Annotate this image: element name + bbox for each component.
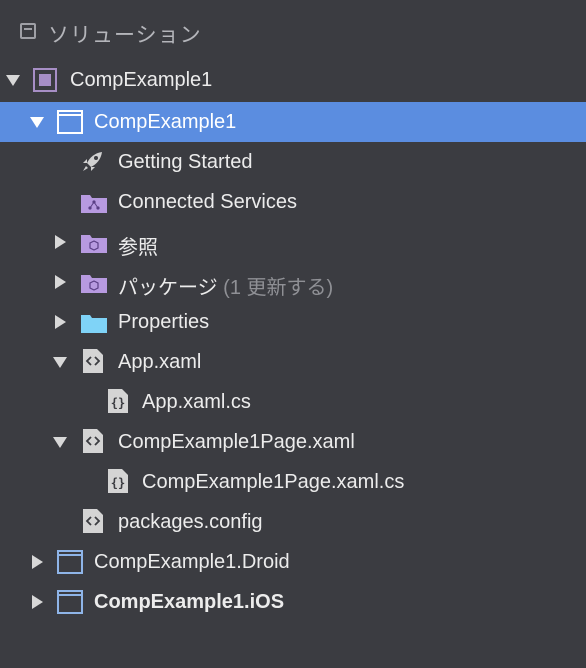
- collapse-arrow-icon[interactable]: [32, 555, 43, 569]
- tree-item-references[interactable]: 参照: [0, 222, 586, 262]
- collapse-arrow-icon[interactable]: [55, 315, 66, 329]
- collapse-arrow-icon[interactable]: [55, 275, 66, 289]
- svg-text:{}: {}: [111, 476, 125, 490]
- connected-services-folder-icon: [80, 192, 108, 214]
- tree-item-connected-services[interactable]: Connected Services: [0, 182, 586, 222]
- project-icon: [57, 550, 83, 574]
- svg-text:{}: {}: [111, 396, 125, 410]
- tree-item-packages[interactable]: パッケージ (1 更新する): [0, 262, 586, 302]
- expand-arrow-icon[interactable]: [53, 437, 67, 448]
- cs-file-icon: {}: [106, 469, 132, 494]
- tree-item-solution[interactable]: CompExample1: [0, 60, 586, 100]
- tree-item-label: 参照: [118, 237, 158, 259]
- tree-item-page-xaml[interactable]: CompExample1Page.xaml: [0, 422, 586, 462]
- tree-item-label: Properties: [118, 311, 210, 333]
- tree-item-label: App.xaml.cs: [142, 391, 251, 413]
- packages-folder-icon: [80, 272, 108, 294]
- rocket-icon: [80, 150, 106, 174]
- xaml-file-icon: [81, 349, 107, 374]
- tree-item-properties[interactable]: Properties: [0, 302, 586, 342]
- tree-item-label: Connected Services: [118, 191, 297, 213]
- tree-item-label: CompExample1.Droid: [94, 551, 290, 573]
- tree-item-label: パッケージ (1 更新する): [118, 271, 333, 300]
- project-icon: [57, 110, 83, 134]
- tree-item-label: CompExample1Page.xaml: [118, 431, 355, 453]
- tree-item-app-xaml-cs[interactable]: {} App.xaml.cs: [0, 382, 586, 422]
- expand-arrow-icon[interactable]: [30, 117, 44, 128]
- tree-item-label: App.xaml: [118, 351, 202, 373]
- tree-item-label: CompExample1: [70, 69, 213, 91]
- tree-item-packages-config[interactable]: packages.config: [0, 502, 586, 542]
- pad-title: ソリューション: [48, 24, 202, 47]
- xaml-file-icon: [81, 429, 107, 454]
- config-file-icon: [81, 509, 107, 534]
- references-folder-icon: [80, 232, 108, 254]
- project-icon: [57, 590, 83, 614]
- tree-item-label: packages.config: [118, 511, 263, 533]
- expand-arrow-icon[interactable]: [53, 357, 67, 368]
- tree-item-label: CompExample1Page.xaml.cs: [142, 471, 405, 493]
- tree-item-page-xaml-cs[interactable]: {} CompExample1Page.xaml.cs: [0, 462, 586, 502]
- folder-icon: [80, 312, 108, 334]
- tree-item-label: Getting Started: [118, 151, 253, 173]
- solution-pad-icon: [20, 23, 36, 39]
- solution-pad: ソリューション CompExample1 CompExample1 Gettin…: [0, 0, 586, 668]
- tree-item-project-ios[interactable]: CompExample1.iOS: [0, 582, 586, 622]
- tree-item-project-main[interactable]: CompExample1: [0, 102, 586, 142]
- expand-arrow-icon[interactable]: [6, 75, 20, 86]
- packages-label: パッケージ: [118, 277, 218, 299]
- solution-pad-header: ソリューション: [0, 0, 586, 64]
- collapse-arrow-icon[interactable]: [32, 595, 43, 609]
- solution-icon: [33, 68, 57, 92]
- update-count-note: (1 更新する): [223, 277, 334, 299]
- collapse-arrow-icon[interactable]: [55, 235, 66, 249]
- tree-item-app-xaml[interactable]: App.xaml: [0, 342, 586, 382]
- tree-item-getting-started[interactable]: Getting Started: [0, 142, 586, 182]
- tree-item-label: CompExample1.iOS: [94, 591, 285, 613]
- cs-file-icon: {}: [106, 389, 132, 414]
- tree-item-label: CompExample1: [94, 111, 237, 133]
- tree-item-project-droid[interactable]: CompExample1.Droid: [0, 542, 586, 582]
